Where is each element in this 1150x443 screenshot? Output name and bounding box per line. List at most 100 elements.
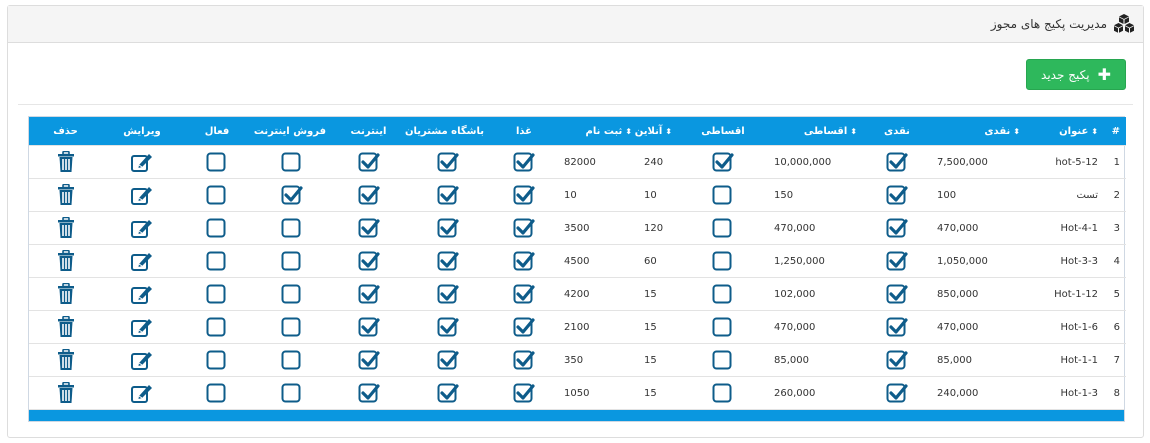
edit-icon[interactable] xyxy=(130,316,154,338)
customer-club-checkbox[interactable] xyxy=(437,316,459,338)
customer-club-checkbox[interactable] xyxy=(437,382,459,404)
internet-checkbox[interactable] xyxy=(358,382,380,404)
internet-checkbox[interactable] xyxy=(358,217,380,239)
customer-club-checkbox[interactable] xyxy=(437,151,459,173)
food-checkbox[interactable] xyxy=(513,250,535,272)
row-title: Hot-1-3 xyxy=(1026,376,1104,409)
edit-icon[interactable] xyxy=(130,382,154,404)
internet-checkbox[interactable] xyxy=(358,349,380,371)
cash-checkbox[interactable] xyxy=(886,283,908,305)
row-cash-price: 7,500,000 xyxy=(931,145,1026,179)
col-header-number[interactable]: # xyxy=(1104,117,1126,146)
trash-icon[interactable] xyxy=(57,250,75,272)
row-title: Hot-1-6 xyxy=(1026,310,1104,344)
internet-checkbox[interactable] xyxy=(358,283,380,305)
row-food-cell xyxy=(490,310,558,344)
customer-club-checkbox[interactable] xyxy=(437,184,459,206)
row-registration: 350 xyxy=(558,343,638,377)
row-food-cell xyxy=(490,343,558,377)
cash-checkbox[interactable] xyxy=(886,382,908,404)
installment-checkbox[interactable] xyxy=(712,382,734,404)
internet-checkbox[interactable] xyxy=(358,250,380,272)
trash-icon[interactable] xyxy=(57,283,75,305)
installment-checkbox[interactable] xyxy=(712,283,734,305)
cash-checkbox[interactable] xyxy=(886,349,908,371)
trash-icon[interactable] xyxy=(57,382,75,404)
internet-sale-checkbox[interactable] xyxy=(281,283,303,305)
internet-checkbox[interactable] xyxy=(358,316,380,338)
installment-checkbox[interactable] xyxy=(712,184,734,206)
internet-sale-checkbox[interactable] xyxy=(281,250,303,272)
active-checkbox[interactable] xyxy=(206,184,228,206)
edit-icon[interactable] xyxy=(130,349,154,371)
active-checkbox[interactable] xyxy=(206,283,228,305)
customer-club-checkbox[interactable] xyxy=(437,217,459,239)
sort-icon: ⬍ xyxy=(850,126,857,136)
cash-checkbox[interactable] xyxy=(886,151,908,173)
col-header-title[interactable]: ⬍عنوان xyxy=(1026,117,1104,146)
col-header-cash-check: نقدی xyxy=(863,117,931,146)
row-food-cell xyxy=(490,211,558,245)
trash-icon[interactable] xyxy=(57,316,75,338)
row-internet-sale-cell xyxy=(252,244,332,278)
table-row: 7 Hot-1-1 85,000 85,000 15 350 xyxy=(29,343,1126,377)
new-package-button[interactable]: ✚ پکیج جدید xyxy=(1026,59,1126,90)
cash-checkbox[interactable] xyxy=(886,184,908,206)
internet-sale-checkbox[interactable] xyxy=(281,316,303,338)
active-checkbox[interactable] xyxy=(206,217,228,239)
active-checkbox[interactable] xyxy=(206,316,228,338)
installment-checkbox[interactable] xyxy=(712,217,734,239)
internet-checkbox[interactable] xyxy=(358,184,380,206)
row-delete-cell xyxy=(29,178,102,212)
food-checkbox[interactable] xyxy=(513,283,535,305)
row-internet-sale-cell xyxy=(252,178,332,212)
col-header-installment[interactable]: ⬍اقساطی xyxy=(768,117,863,146)
edit-icon[interactable] xyxy=(130,283,154,305)
col-header-online[interactable]: ⬍آنلاین xyxy=(635,117,678,146)
customer-club-checkbox[interactable] xyxy=(437,250,459,272)
row-online: 15 xyxy=(638,277,678,311)
food-checkbox[interactable] xyxy=(513,382,535,404)
edit-icon[interactable] xyxy=(130,151,154,173)
trash-icon[interactable] xyxy=(57,151,75,173)
cash-checkbox[interactable] xyxy=(886,217,908,239)
active-checkbox[interactable] xyxy=(206,382,228,404)
internet-checkbox[interactable] xyxy=(358,151,380,173)
row-installment-check-cell xyxy=(678,211,768,245)
food-checkbox[interactable] xyxy=(513,151,535,173)
row-internet-cell xyxy=(332,376,405,409)
cash-checkbox[interactable] xyxy=(886,316,908,338)
food-checkbox[interactable] xyxy=(513,349,535,371)
internet-sale-checkbox[interactable] xyxy=(281,217,303,239)
trash-icon[interactable] xyxy=(57,184,75,206)
row-internet-cell xyxy=(332,211,405,245)
installment-checkbox[interactable] xyxy=(712,316,734,338)
col-header-cash[interactable]: ⬍نقدی xyxy=(931,117,1026,146)
trash-icon[interactable] xyxy=(57,349,75,371)
row-registration: 10 xyxy=(558,178,638,212)
internet-sale-checkbox[interactable] xyxy=(281,349,303,371)
customer-club-checkbox[interactable] xyxy=(437,349,459,371)
internet-sale-checkbox[interactable] xyxy=(281,184,303,206)
food-checkbox[interactable] xyxy=(513,184,535,206)
edit-icon[interactable] xyxy=(130,184,154,206)
edit-icon[interactable] xyxy=(130,250,154,272)
active-checkbox[interactable] xyxy=(206,151,228,173)
installment-checkbox[interactable] xyxy=(712,349,734,371)
food-checkbox[interactable] xyxy=(513,316,535,338)
edit-icon[interactable] xyxy=(130,217,154,239)
active-checkbox[interactable] xyxy=(206,349,228,371)
trash-icon[interactable] xyxy=(57,217,75,239)
active-checkbox[interactable] xyxy=(206,250,228,272)
installment-checkbox[interactable] xyxy=(712,151,734,173)
installment-checkbox[interactable] xyxy=(712,250,734,272)
col-header-registration[interactable]: ⬍ثبت نام xyxy=(558,117,638,146)
sort-icon: ⬍ xyxy=(625,126,632,136)
food-checkbox[interactable] xyxy=(513,217,535,239)
row-edit-cell xyxy=(102,310,182,344)
customer-club-checkbox[interactable] xyxy=(437,283,459,305)
table-header-row: # ⬍عنوان ⬍نقدی نقدی ⬍اقساطی اقساطی ⬍آنلا… xyxy=(29,117,1126,146)
internet-sale-checkbox[interactable] xyxy=(281,382,303,404)
cash-checkbox[interactable] xyxy=(886,250,908,272)
internet-sale-checkbox[interactable] xyxy=(281,151,303,173)
